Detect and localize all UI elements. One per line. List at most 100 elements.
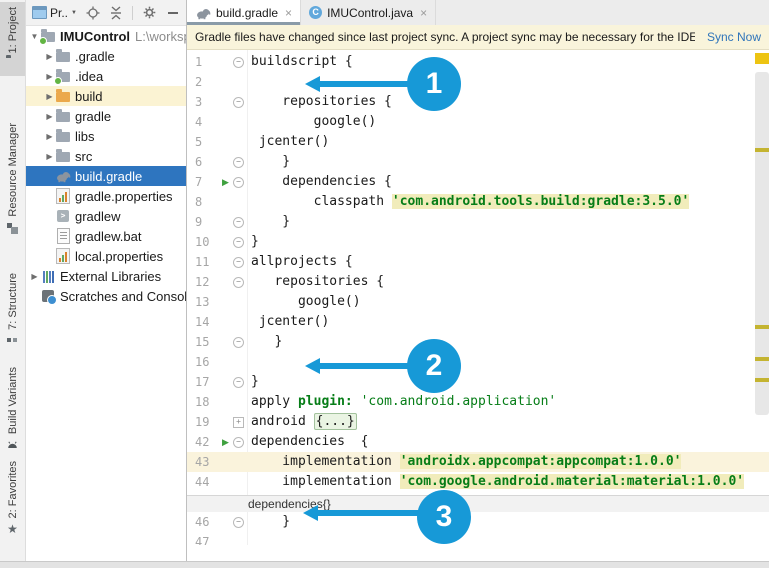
- tool-button-build-variants[interactable]: Build Variants: [0, 362, 25, 457]
- tree-item-label: src: [75, 149, 92, 164]
- code-token: apply: [251, 394, 298, 409]
- code-token: implementation: [251, 474, 400, 489]
- code-line-7: 7▶− dependencies {: [187, 172, 769, 192]
- scrollbar-thumb[interactable]: [755, 72, 769, 415]
- fold-column: −: [232, 237, 245, 248]
- code-text: dependencies {: [245, 432, 368, 452]
- tree-item-libs[interactable]: ▶libs: [25, 126, 186, 146]
- tool-button-favorites[interactable]: 2: Favorites★: [0, 456, 25, 541]
- tree-item-src[interactable]: ▶ src: [25, 146, 186, 166]
- android-icon: [6, 439, 19, 452]
- line-number: 17: [195, 372, 219, 392]
- hide-panel-icon[interactable]: [166, 5, 180, 21]
- fold-collapse-icon[interactable]: −: [233, 157, 244, 168]
- run-gutter-icon[interactable]: ▶: [219, 177, 232, 188]
- tree-item-dot-gradle[interactable]: ▶.gradle: [25, 46, 186, 66]
- code-line-3: 3− repositories {: [187, 92, 769, 112]
- warning-stripe-mark[interactable]: [755, 325, 769, 329]
- code-token: jcenter(): [251, 134, 329, 149]
- tool-button-label: Resource Manager: [7, 123, 19, 217]
- fold-collapse-icon[interactable]: −: [233, 517, 244, 528]
- project-view-selector[interactable]: Pr.. ▼: [31, 5, 77, 21]
- code-line-18: 18apply plugin: 'com.android.application…: [187, 392, 769, 412]
- editor-area[interactable]: build.gradle×CIMUControl.java× Gradle fi…: [187, 0, 769, 568]
- tree-item-gradle-properties[interactable]: gradle.properties: [25, 186, 186, 206]
- line-number: 43: [195, 452, 219, 472]
- tool-button-project[interactable]: 1: Project: [0, 2, 25, 76]
- tree-item-label: gradle.properties: [75, 189, 173, 204]
- folded-region-chip[interactable]: {...}: [314, 413, 357, 430]
- tree-item-local-properties[interactable]: local.properties: [25, 246, 186, 266]
- fold-column: −: [232, 377, 245, 388]
- fold-collapse-icon[interactable]: −: [233, 97, 244, 108]
- code-token: implementation: [251, 454, 400, 469]
- tree-item-label: gradle: [75, 109, 111, 124]
- fold-collapse-icon[interactable]: −: [233, 177, 244, 188]
- settings-icon[interactable]: [142, 5, 157, 21]
- code-token: 'com.android.application': [361, 394, 557, 409]
- fold-collapse-icon[interactable]: −: [233, 57, 244, 68]
- tree-item-external-libraries[interactable]: ▶External Libraries: [25, 266, 186, 286]
- sync-now-link[interactable]: Sync Now: [707, 30, 761, 44]
- chevron-collapsed-icon[interactable]: ▶: [29, 272, 40, 281]
- code-token: plugin:: [298, 394, 353, 409]
- chevron-collapsed-icon[interactable]: ▶: [44, 132, 55, 141]
- close-icon[interactable]: ×: [285, 6, 292, 20]
- tab-build-gradle[interactable]: build.gradle×: [187, 0, 301, 25]
- fold-expand-icon[interactable]: +: [233, 417, 244, 428]
- warning-stripe-mark[interactable]: [755, 378, 769, 382]
- folder-icon: [55, 128, 71, 144]
- warning-stripe-mark[interactable]: [755, 357, 769, 361]
- code-text: }: [245, 332, 282, 352]
- collapse-all-icon[interactable]: [109, 5, 123, 21]
- locate-icon[interactable]: [86, 5, 100, 21]
- code-text: }: [245, 152, 290, 172]
- tree-item-gradlew-bat[interactable]: gradlew.bat: [25, 226, 186, 246]
- tree-item-label: gradlew.bat: [75, 229, 142, 244]
- fold-column: −: [232, 257, 245, 268]
- code-token: }: [251, 374, 259, 389]
- toolbar-divider: [132, 6, 133, 20]
- close-icon[interactable]: ×: [420, 6, 427, 20]
- chevron-collapsed-icon[interactable]: ▶: [44, 52, 55, 61]
- fold-collapse-icon[interactable]: −: [233, 277, 244, 288]
- code-text: jcenter(): [245, 312, 329, 332]
- tree-item-gradlew[interactable]: >gradlew: [25, 206, 186, 226]
- code-token: repositories {: [251, 94, 392, 109]
- fold-collapse-icon[interactable]: −: [233, 237, 244, 248]
- fold-collapse-icon[interactable]: −: [233, 217, 244, 228]
- tool-button-structure[interactable]: 7: Structure: [0, 268, 25, 353]
- chevron-collapsed-icon[interactable]: ▶: [44, 152, 55, 161]
- chevron-collapsed-icon[interactable]: ▶: [44, 92, 55, 101]
- tree-item-gradle[interactable]: ▶ gradle: [25, 106, 186, 126]
- star-icon: ★: [6, 523, 19, 536]
- tree-item-build[interactable]: ▶build: [25, 86, 186, 106]
- line-number: 10: [195, 232, 219, 252]
- banner-message: Gradle files have changed since last pro…: [195, 30, 695, 44]
- tab-label: IMUControl.java: [327, 6, 413, 20]
- code-text: }: [245, 232, 259, 252]
- code-line-42: 42▶−dependencies {: [187, 432, 769, 452]
- folder-icon: [55, 88, 71, 104]
- code-token: }: [251, 334, 282, 349]
- tree-item-build-gradle[interactable]: build.gradle: [25, 166, 186, 186]
- tool-button-resource-manager[interactable]: Resource Manager: [0, 118, 25, 240]
- fold-collapse-icon[interactable]: −: [233, 377, 244, 388]
- tab-imucontrol-java[interactable]: CIMUControl.java×: [301, 0, 436, 25]
- tree-item-dot-idea[interactable]: ▶.idea: [25, 66, 186, 86]
- fold-collapse-icon[interactable]: −: [233, 437, 244, 448]
- line-number: 4: [195, 112, 219, 132]
- run-gutter-icon[interactable]: ▶: [219, 437, 232, 448]
- error-stripe-mark[interactable]: [755, 53, 769, 64]
- tree-item-scratches[interactable]: Scratches and Consoles: [25, 286, 186, 306]
- code-token: repositories {: [251, 274, 384, 289]
- tree-item-imucontrol[interactable]: ▼IMUControlL:\workspa: [25, 26, 186, 46]
- code-text: repositories {: [245, 272, 384, 292]
- chevron-collapsed-icon[interactable]: ▶: [44, 112, 55, 121]
- fold-collapse-icon[interactable]: −: [233, 257, 244, 268]
- tool-button-label: 1: Project: [7, 7, 19, 53]
- warning-stripe-mark[interactable]: [755, 148, 769, 152]
- fold-collapse-icon[interactable]: −: [233, 337, 244, 348]
- code-editor[interactable]: 1−buildscript {23− repositories {4 googl…: [187, 50, 769, 545]
- breadcrumb-item[interactable]: dependencies{}: [248, 497, 331, 511]
